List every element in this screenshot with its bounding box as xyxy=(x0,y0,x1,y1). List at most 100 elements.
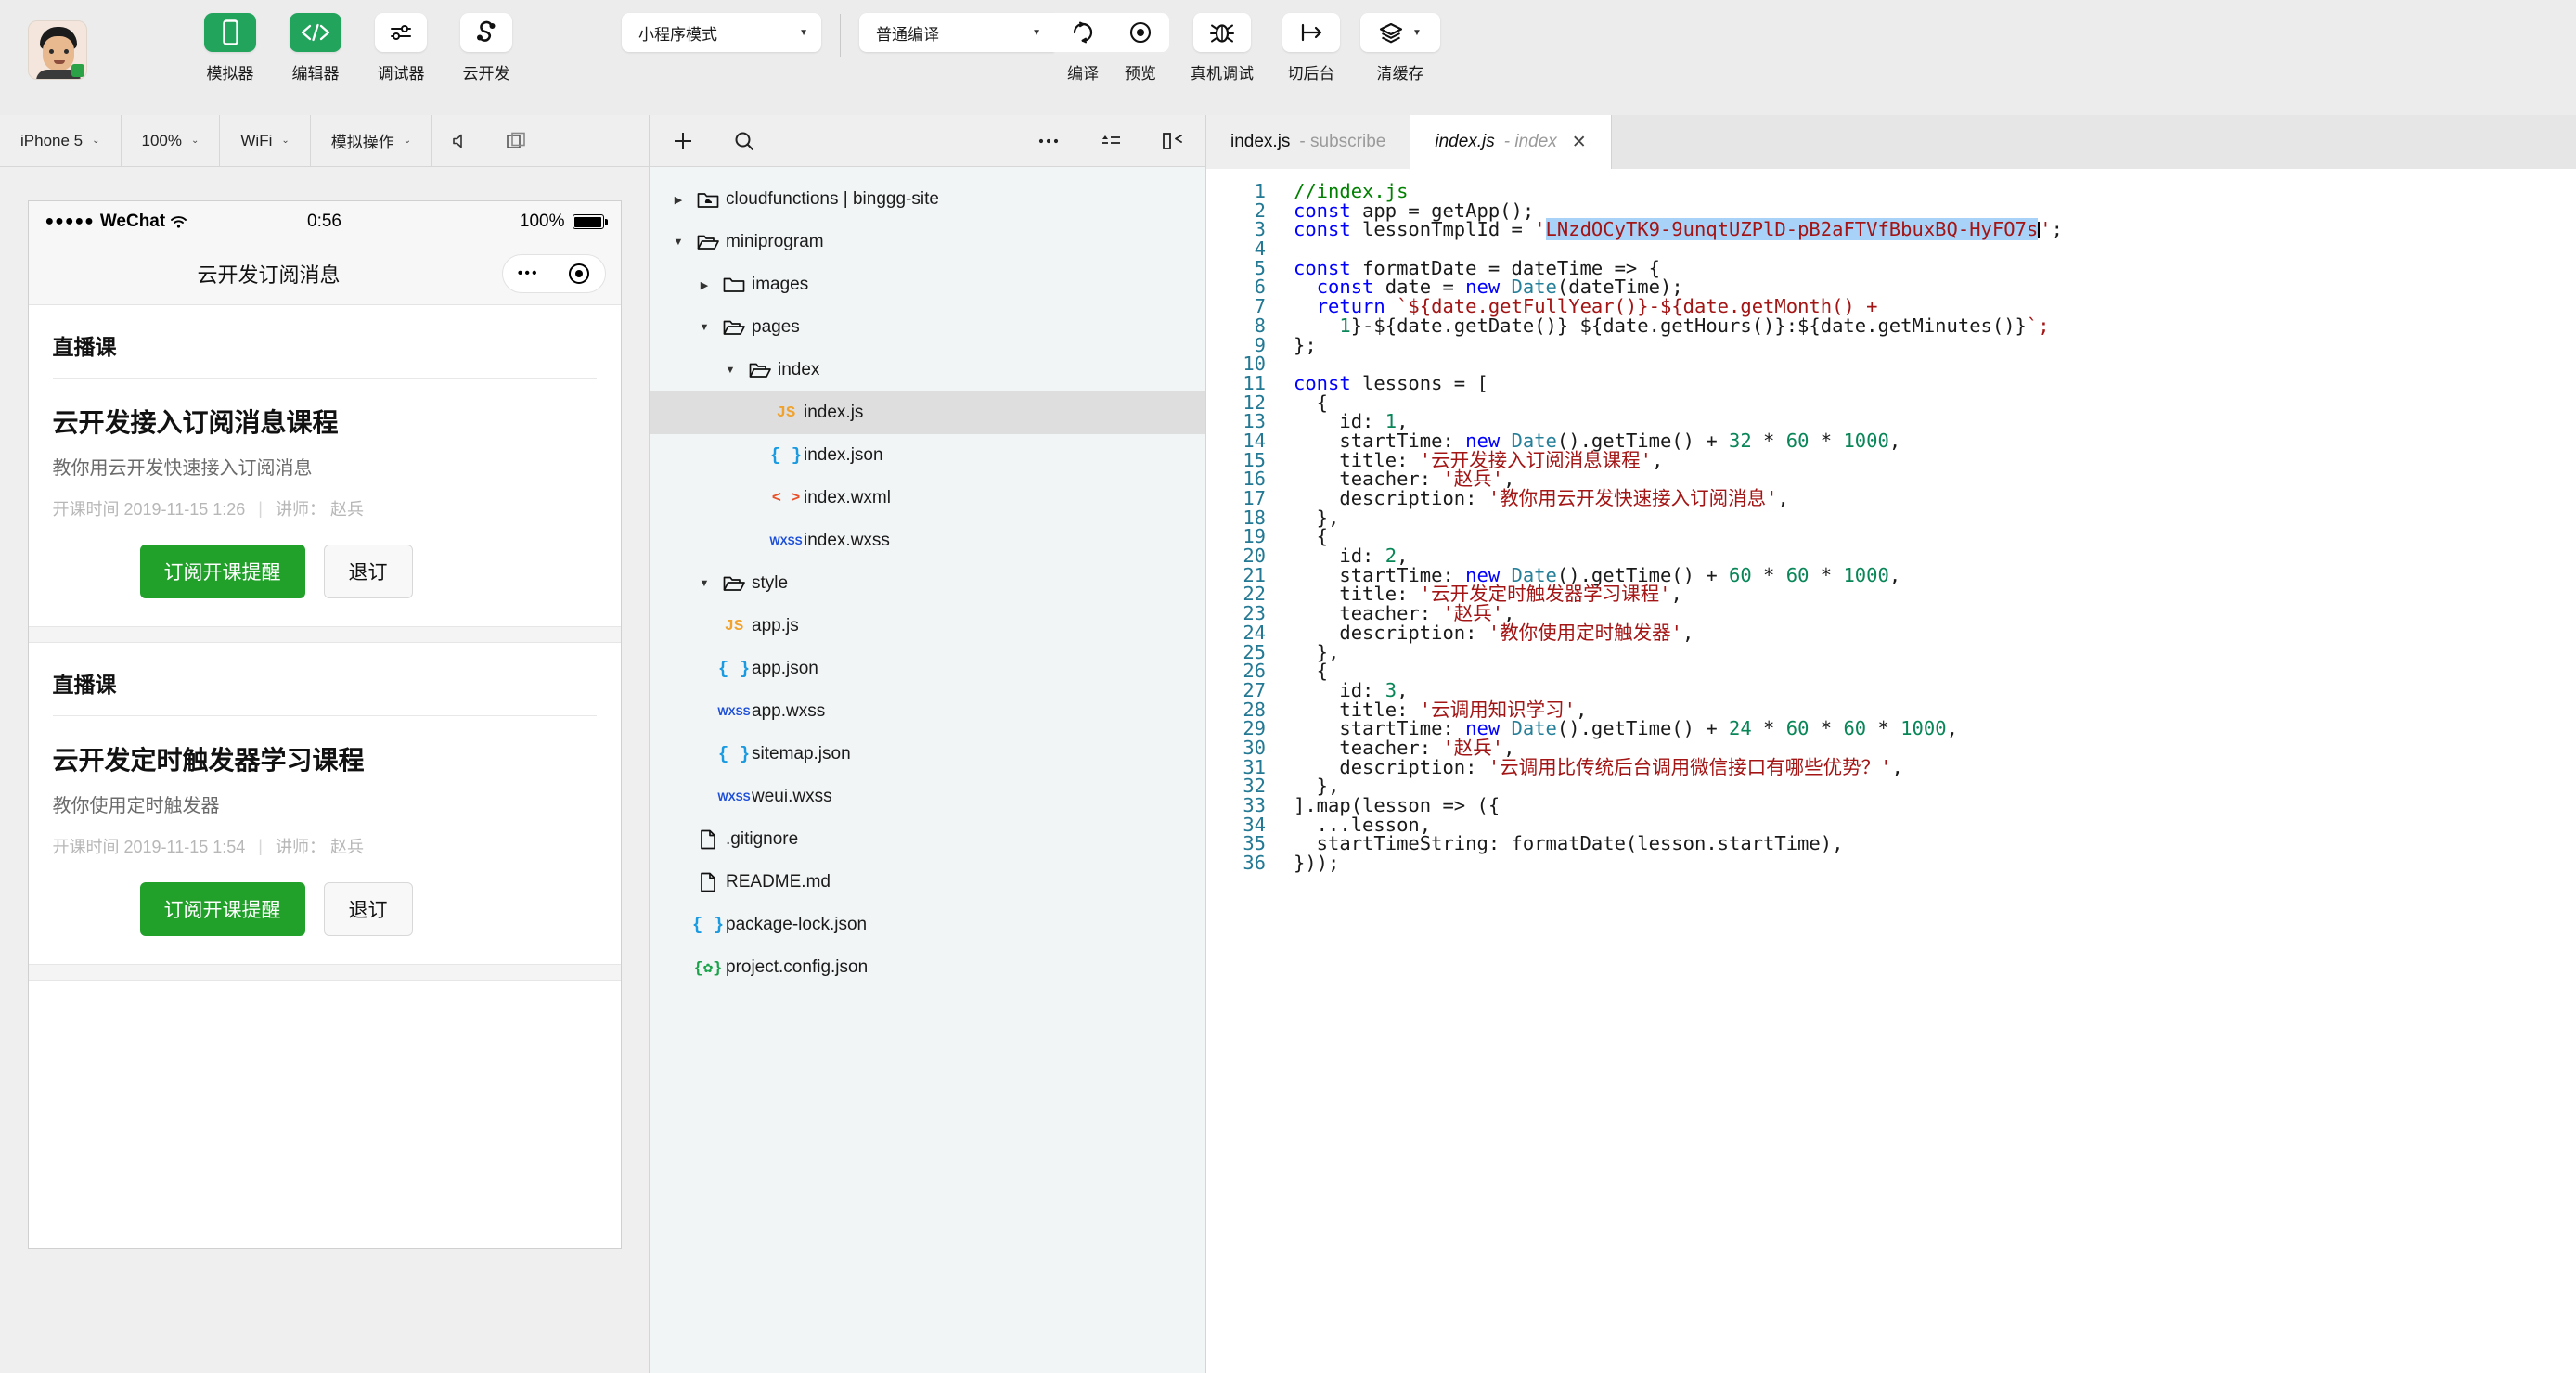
code-icon-chip[interactable] xyxy=(290,13,341,52)
tree-item-package-lock-json[interactable]: { } package-lock.json xyxy=(650,904,1205,946)
code-line[interactable]: teacher: '赵兵', xyxy=(1294,738,2576,758)
code-line[interactable]: description: '云调用比传统后台调用微信接口有哪些优势？', xyxy=(1294,757,2576,777)
background-icon-wrap[interactable] xyxy=(1282,13,1340,52)
unsubscribe-button[interactable]: 退订 xyxy=(323,882,413,936)
code-line[interactable]: startTime: new Date().getTime() + 60 * 6… xyxy=(1294,565,2576,585)
code-line[interactable]: const lessonTmplId = 'LNzdOCyTK9-9unqtUZ… xyxy=(1294,218,2576,241)
code-line[interactable]: title: '云调用知识学习', xyxy=(1294,699,2576,720)
tree-item-project-config-json[interactable]: {✿} project.config.json xyxy=(650,946,1205,989)
code-line[interactable]: }, xyxy=(1294,642,2576,662)
code-line[interactable]: ...lesson, xyxy=(1294,815,2576,835)
device-select[interactable]: iPhone 5 ⌄ xyxy=(0,115,122,166)
debugger-toggle-button[interactable]: 调试器 xyxy=(370,13,431,83)
code-line[interactable]: { xyxy=(1294,392,2576,413)
code-line[interactable]: id: 3, xyxy=(1294,681,2576,700)
simulator-toggle-button[interactable]: 模拟器 xyxy=(200,13,261,83)
tree-item-app-json[interactable]: { } app.json xyxy=(650,648,1205,690)
editor-toggle-button[interactable]: 编辑器 xyxy=(285,13,346,83)
tab-index-js-subscribe[interactable]: index.js - subscribe xyxy=(1206,115,1411,169)
tree-item-app-wxss[interactable]: WXSS app.wxss xyxy=(650,690,1205,733)
code-line[interactable]: 1}-${date.getDate()} ${date.getHours()}:… xyxy=(1294,315,2576,336)
close-target-icon[interactable] xyxy=(569,263,590,284)
preview-button[interactable]: 预览 xyxy=(1112,13,1169,83)
more-icon[interactable] xyxy=(1037,130,1061,152)
code-line[interactable]: }, xyxy=(1294,507,2576,528)
code-line[interactable]: teacher: '赵兵', xyxy=(1294,469,2576,489)
cache-icon-wrap[interactable]: ▼ xyxy=(1360,13,1440,52)
collapse-all-icon[interactable] xyxy=(1100,131,1122,151)
code-line[interactable]: }; xyxy=(1294,335,2576,355)
tree-item-index[interactable]: ▼ index xyxy=(650,349,1205,391)
chevron-right-icon[interactable]: ▶ xyxy=(692,279,716,291)
tree-item-miniprogram[interactable]: ▼ miniprogram xyxy=(650,221,1205,263)
mute-button[interactable] xyxy=(432,115,488,166)
code-line[interactable]: const app = getApp(); xyxy=(1294,200,2576,221)
code-content[interactable]: //index.js const app = getApp(); const les… xyxy=(1279,169,2576,1373)
tree-item-index-json[interactable]: { } index.json xyxy=(650,434,1205,477)
code-line[interactable]: ].map(lesson => ({ xyxy=(1294,796,2576,815)
code-line[interactable]: id: 2, xyxy=(1294,546,2576,566)
code-line[interactable]: id: 1, xyxy=(1294,412,2576,431)
preview-icon-wrap[interactable] xyxy=(1112,13,1169,52)
detach-simulator-button[interactable] xyxy=(488,115,546,166)
tree-item-sitemap-json[interactable]: { } sitemap.json xyxy=(650,733,1205,776)
debugger-icon-chip[interactable] xyxy=(375,13,427,52)
subscribe-button[interactable]: 订阅开课提醒 xyxy=(139,882,305,936)
tree-item-index-wxml[interactable]: < > index.wxml xyxy=(650,477,1205,520)
code-line[interactable]: title: '云开发定时触发器学习课程', xyxy=(1294,584,2576,604)
code-line[interactable]: const lessons = [ xyxy=(1294,374,2576,393)
simulate-action-select[interactable]: 模拟操作 ⌄ xyxy=(311,115,433,166)
tree-item-style[interactable]: ▼ style xyxy=(650,562,1205,605)
chevron-down-icon[interactable]: ▼ xyxy=(666,237,690,248)
compile-icon-wrap[interactable] xyxy=(1054,13,1112,52)
code-line[interactable] xyxy=(1294,239,2576,259)
panel-collapse-icon[interactable] xyxy=(1161,131,1183,151)
tree-item-cloudfunctions-binggg-site[interactable]: ▶ cloudfunctions | binggg-site xyxy=(650,178,1205,221)
code-line[interactable]: description: '教你使用定时触发器', xyxy=(1294,622,2576,643)
tree-item-index-js[interactable]: JS index.js xyxy=(650,391,1205,434)
code-line[interactable]: startTime: new Date().getTime() + 32 * 6… xyxy=(1294,431,2576,451)
mode-select[interactable]: 小程序模式 ▼ xyxy=(622,13,821,52)
code-line[interactable]: startTimeString: formatDate(lesson.start… xyxy=(1294,834,2576,853)
chevron-down-icon[interactable]: ▼ xyxy=(718,365,742,376)
code-line[interactable]: //index.js xyxy=(1294,182,2576,201)
clear-cache-button[interactable]: ▼ 清缓存 xyxy=(1360,13,1440,83)
code-line[interactable]: title: '云开发接入订阅消息课程', xyxy=(1294,450,2576,470)
close-icon[interactable]: ✕ xyxy=(1572,132,1587,153)
chevron-down-icon[interactable]: ▼ xyxy=(692,322,716,333)
bug-icon-wrap[interactable] xyxy=(1193,13,1251,52)
tree-item-index-wxss[interactable]: WXSS index.wxss xyxy=(650,520,1205,562)
chevron-down-icon[interactable]: ▼ xyxy=(692,578,716,589)
code-line[interactable]: description: '教你用云开发快速接入订阅消息', xyxy=(1294,489,2576,508)
compile-mode-select[interactable]: 普通编译 ▼ xyxy=(859,13,1054,52)
cloud-dev-icon-chip[interactable] xyxy=(460,13,512,52)
network-select[interactable]: WiFi ⌄ xyxy=(220,115,311,166)
tab-index-js-index[interactable]: index.js - index ✕ xyxy=(1410,115,1612,169)
code-line[interactable]: startTime: new Date().getTime() + 24 * 6… xyxy=(1294,719,2576,738)
tree-item-images[interactable]: ▶ images xyxy=(650,263,1205,306)
user-avatar-image[interactable] xyxy=(28,20,87,80)
tree-item-app-js[interactable]: JS app.js xyxy=(650,605,1205,648)
tree-item-weui-wxss[interactable]: WXSS weui.wxss xyxy=(650,776,1205,818)
code-line[interactable]: const formatDate = dateTime => { xyxy=(1294,258,2576,278)
code-editor[interactable]: 1 2 3 4 5 6 7 8 9 10 11 12 13 14 15 16 17 18 19 20 21 22 23 24 2… xyxy=(1206,169,2576,1373)
chevron-right-icon[interactable]: ▶ xyxy=(666,194,690,206)
code-line[interactable]: { xyxy=(1294,527,2576,546)
code-line[interactable]: { xyxy=(1294,661,2576,681)
search-icon[interactable] xyxy=(733,130,755,152)
tree-item-pages[interactable]: ▼ pages xyxy=(650,306,1205,349)
switch-background-button[interactable]: 切后台 xyxy=(1275,13,1347,83)
more-icon[interactable]: ••• xyxy=(518,265,539,282)
code-line[interactable] xyxy=(1294,354,2576,374)
avatar[interactable] xyxy=(28,20,87,80)
code-line[interactable]: })); xyxy=(1294,853,2576,873)
wechat-capsule[interactable]: ••• xyxy=(501,253,606,293)
compile-button[interactable]: 编译 xyxy=(1054,13,1112,83)
tree-item--gitignore[interactable]: .gitignore xyxy=(650,818,1205,861)
zoom-select[interactable]: 100% ⌄ xyxy=(122,115,221,166)
phone-icon-chip[interactable] xyxy=(204,13,256,52)
tree-item-readme-md[interactable]: README.md xyxy=(650,861,1205,904)
subscribe-button[interactable]: 订阅开课提醒 xyxy=(139,545,305,598)
code-line[interactable]: return `${date.getFullYear()}-${date.get… xyxy=(1294,297,2576,316)
cloud-dev-button[interactable]: 云开发 xyxy=(456,13,517,83)
